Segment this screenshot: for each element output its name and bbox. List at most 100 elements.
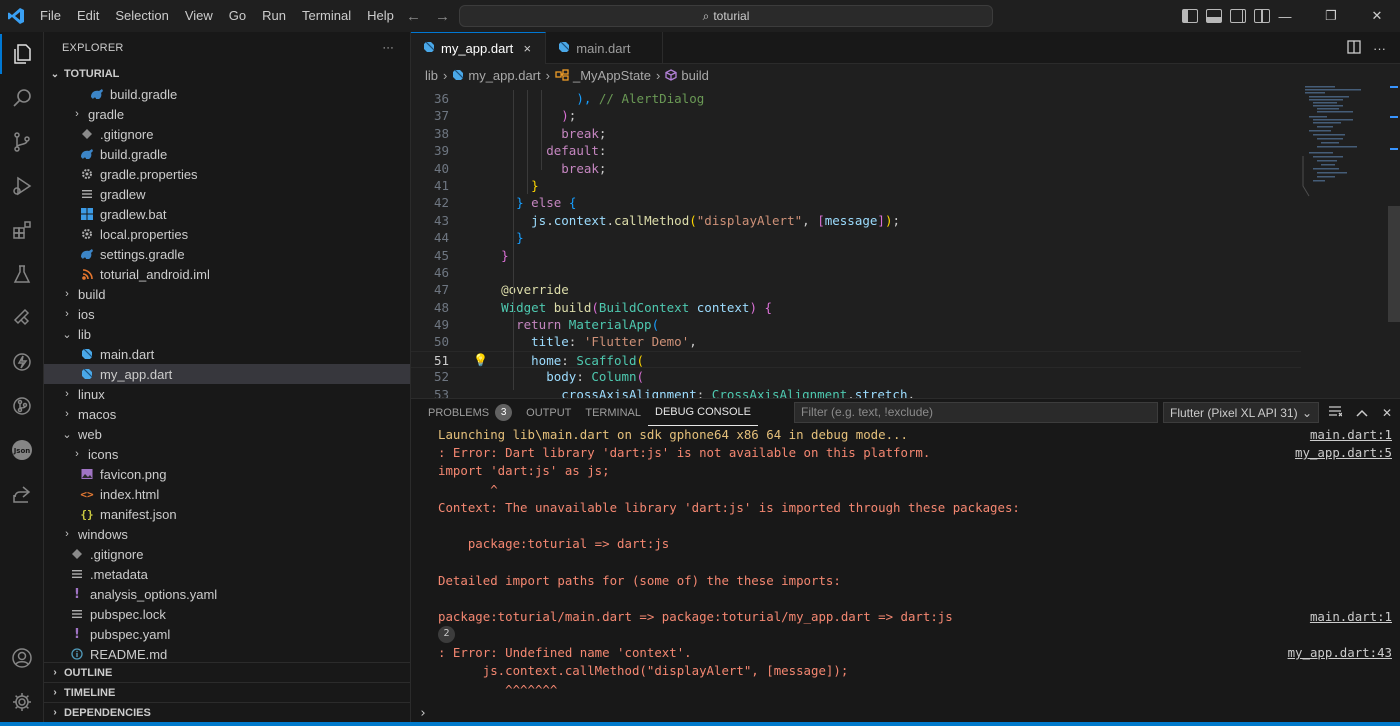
editor-tab-my-app-dart[interactable]: my_app.dart ×: [411, 32, 547, 64]
tree-folder-windows[interactable]: › windows: [44, 524, 410, 544]
chevron-right-icon: ›: [65, 408, 69, 420]
section-outline[interactable]: › OUTLINE: [44, 662, 410, 682]
menu-selection[interactable]: Selection: [107, 0, 176, 32]
lightbulb-icon[interactable]: 💡: [473, 352, 488, 369]
tree-file--metadata[interactable]: .metadata: [44, 564, 410, 584]
close-window-icon[interactable]: ✕: [1354, 0, 1400, 32]
tree-file--gitignore[interactable]: .gitignore: [44, 544, 410, 564]
tree-file-local-properties[interactable]: local.properties: [44, 224, 410, 244]
editor-tab-main-dart[interactable]: main.dart: [546, 32, 664, 64]
source-control-icon[interactable]: [0, 122, 44, 162]
command-center-search[interactable]: ⌕ toturial: [459, 5, 993, 27]
tree-file--gitignore[interactable]: .gitignore: [44, 124, 410, 144]
more-actions-icon[interactable]: ···: [1373, 41, 1386, 56]
more-actions-icon[interactable]: ···: [382, 42, 394, 54]
json-icon[interactable]: Json: [0, 430, 44, 470]
split-editor-icon[interactable]: [1347, 39, 1361, 57]
settings-gear-icon[interactable]: [0, 682, 44, 722]
back-arrow-icon[interactable]: ←: [406, 8, 421, 25]
tree-folder-gradle[interactable]: › gradle: [44, 104, 410, 124]
search-icon[interactable]: [0, 78, 44, 118]
console-filter-input[interactable]: Filter (e.g. text, !exclude): [794, 402, 1158, 423]
tree-folder-lib[interactable]: ⌄ lib: [44, 324, 410, 344]
tree-file-build-gradle[interactable]: build.gradle: [44, 144, 410, 164]
panel-tab-terminal[interactable]: TERMINAL: [578, 399, 648, 426]
breadcrumb-item[interactable]: _MyAppState: [555, 68, 651, 83]
tree-file-settings-gradle[interactable]: settings.gradle: [44, 244, 410, 264]
explorer-icon[interactable]: [0, 34, 44, 74]
account-icon[interactable]: [0, 638, 44, 678]
tree-folder-build[interactable]: › build: [44, 284, 410, 304]
toggle-primary-sidebar-icon[interactable]: [1182, 9, 1198, 23]
code-text: ), // AlertDialog: [486, 90, 704, 107]
tree-folder-linux[interactable]: › linux: [44, 384, 410, 404]
source-link[interactable]: my_app.dart:5: [1295, 444, 1392, 462]
tree-file-gradle-properties[interactable]: gradle.properties: [44, 164, 410, 184]
breadcrumb-item[interactable]: my_app.dart: [452, 68, 541, 83]
json-icon: {}: [80, 507, 94, 521]
remote-share-icon[interactable]: [0, 474, 44, 514]
testing-flask-icon[interactable]: [0, 254, 44, 294]
tree-file-index-html[interactable]: <> index.html: [44, 484, 410, 504]
section-dependencies[interactable]: › DEPENDENCIES: [44, 702, 410, 722]
clear-console-icon[interactable]: [1328, 405, 1343, 420]
toggle-secondary-sidebar-icon[interactable]: [1230, 9, 1246, 23]
menu-terminal[interactable]: Terminal: [294, 0, 359, 32]
menu-edit[interactable]: Edit: [69, 0, 107, 32]
tree-folder-macos[interactable]: › macos: [44, 404, 410, 424]
menu-file[interactable]: File: [32, 0, 69, 32]
tree-file-gradlew-bat[interactable]: gradlew.bat: [44, 204, 410, 224]
tree-folder-web[interactable]: ⌄ web: [44, 424, 410, 444]
tree-file-pubspec-lock[interactable]: pubspec.lock: [44, 604, 410, 624]
section-timeline[interactable]: › TIMELINE: [44, 682, 410, 702]
tree-file-manifest-json[interactable]: {} manifest.json: [44, 504, 410, 524]
restore-icon[interactable]: ❐: [1308, 0, 1354, 32]
tree-folder-ios[interactable]: › ios: [44, 304, 410, 324]
source-link[interactable]: main.dart:1: [1310, 426, 1392, 444]
toggle-panel-icon[interactable]: [1206, 9, 1222, 23]
lightning-icon[interactable]: [0, 342, 44, 382]
tree-file-main-dart[interactable]: main.dart: [44, 344, 410, 364]
code-line: 41 }: [411, 177, 1301, 194]
tree-file-pubspec-yaml[interactable]: ! pubspec.yaml: [44, 624, 410, 644]
console-input[interactable]: ›: [411, 704, 1400, 722]
tree-item-label: local.properties: [100, 226, 189, 242]
panel-tab-debug-console[interactable]: DEBUG CONSOLE: [648, 399, 758, 426]
panel-tab-output[interactable]: OUTPUT: [519, 399, 578, 426]
code-token: :: [568, 334, 584, 350]
tree-file-build-gradle[interactable]: build.gradle: [44, 84, 410, 104]
tree-folder-icons[interactable]: › icons: [44, 444, 410, 464]
git-graph-icon[interactable]: [0, 386, 44, 426]
panel-tab-problems[interactable]: PROBLEMS 3: [421, 399, 519, 426]
source-link[interactable]: my_app.dart:43: [1288, 644, 1392, 662]
source-link[interactable]: main.dart:1: [1310, 608, 1392, 626]
run-and-debug-icon[interactable]: [0, 166, 44, 206]
menu-go[interactable]: Go: [221, 0, 254, 32]
device-select[interactable]: Flutter (Pixel XL API 31) ⌄: [1163, 402, 1319, 423]
forward-arrow-icon[interactable]: →: [435, 8, 450, 25]
close-panel-icon[interactable]: ✕: [1382, 406, 1392, 420]
tree-file-analysis-options-yaml[interactable]: ! analysis_options.yaml: [44, 584, 410, 604]
menu-run[interactable]: Run: [254, 0, 294, 32]
workspace-root-section[interactable]: ⌄ TOTURIAL: [44, 64, 410, 84]
minimap[interactable]: [1301, 86, 1391, 398]
breadcrumb-item[interactable]: build: [665, 68, 709, 83]
tree-file-favicon-png[interactable]: favicon.png: [44, 464, 410, 484]
menu-view[interactable]: View: [177, 0, 221, 32]
flutter-icon[interactable]: [0, 298, 44, 338]
breadcrumb-item[interactable]: lib: [425, 68, 438, 83]
tree-file-readme-md[interactable]: README.md: [44, 644, 410, 664]
code-editor[interactable]: 36 ), // AlertDialog 37 ); 38 break; 39 def…: [411, 86, 1301, 398]
tab-label: my_app.dart: [441, 41, 514, 56]
close-tab-icon[interactable]: ×: [519, 41, 535, 56]
tree-file-toturial-android-iml[interactable]: toturial_android.iml: [44, 264, 410, 284]
editor-scrollbar[interactable]: [1388, 86, 1400, 398]
editor-gutter: [449, 177, 486, 194]
extensions-icon[interactable]: [0, 210, 44, 250]
tree-file-my-app-dart[interactable]: my_app.dart: [44, 364, 410, 384]
menu-help[interactable]: Help: [359, 0, 402, 32]
tree-file-gradlew[interactable]: gradlew: [44, 184, 410, 204]
minimize-icon[interactable]: —: [1262, 0, 1308, 32]
maximize-panel-icon[interactable]: [1356, 406, 1368, 420]
